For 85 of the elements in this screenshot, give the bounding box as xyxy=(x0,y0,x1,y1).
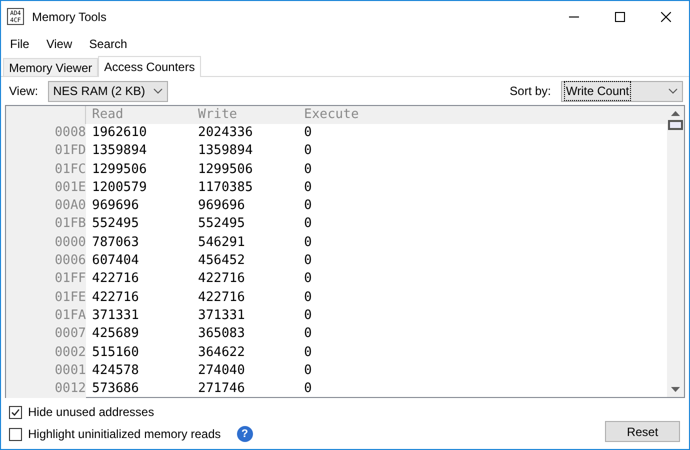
address-cell-text: 0000 xyxy=(54,234,86,252)
table-cell-text: 364622 xyxy=(197,344,246,362)
table-cell-text: 552495 xyxy=(197,215,246,234)
table-cell-text: 0 xyxy=(303,325,313,344)
table-cell-text: 365083 xyxy=(197,325,246,344)
table-cell-text: 0 xyxy=(303,215,313,234)
reset-button[interactable]: Reset xyxy=(605,421,680,442)
table-cell-text: 424578 xyxy=(91,362,140,380)
table-cell-text: 0 xyxy=(303,197,313,216)
maximize-icon xyxy=(615,12,625,22)
table-cell-text: 969696 xyxy=(197,197,246,216)
table-cell-text: 0 xyxy=(303,288,313,307)
table-cell-text: 422716 xyxy=(197,270,246,288)
address-cell: 0012 xyxy=(54,380,86,398)
address-cell-text: 001E xyxy=(54,178,86,197)
table-cell-text: 607404 xyxy=(91,252,140,270)
view-dropdown[interactable]: NES RAM (2 KB) xyxy=(48,80,168,102)
address-cell-text: 01FD xyxy=(54,142,86,160)
table-cell-text: 552495 xyxy=(91,215,140,234)
table-cell-text: 787063 xyxy=(91,234,140,252)
sort-label: Sort by: xyxy=(510,83,551,100)
menu-item[interactable]: File xyxy=(2,34,38,52)
table-cell-text: 1170385 xyxy=(197,178,254,197)
column-header: Read xyxy=(91,106,124,124)
table-cell-text: 0 xyxy=(303,124,313,142)
menu-item[interactable]: Search xyxy=(81,34,136,52)
table-cell-text: 271746 xyxy=(197,380,246,398)
table-cell-text: 0 xyxy=(303,234,313,252)
window-title: Memory Tools xyxy=(32,8,106,26)
column-header: Execute xyxy=(303,106,360,124)
table-cell-text: 0 xyxy=(303,380,313,398)
table-cell-text: 0 xyxy=(303,142,313,160)
tab[interactable]: Access Counters xyxy=(98,56,201,77)
table-cell-text: 274040 xyxy=(197,362,246,380)
column-header: Write xyxy=(197,106,238,124)
menu-item[interactable]: View xyxy=(38,34,80,52)
checkbox-label: Highlight uninitialized memory reads xyxy=(28,426,221,443)
table-cell-text: 0 xyxy=(303,160,313,179)
sort-dropdown[interactable]: Write Count xyxy=(561,80,683,102)
scroll-thumb[interactable] xyxy=(668,120,683,130)
view-label: View: xyxy=(9,83,38,100)
table-cell-text: 1359894 xyxy=(91,142,148,160)
table-cell-text: 371331 xyxy=(197,306,246,325)
address-cell-text: 0008 xyxy=(54,124,86,142)
table-cell-text: 0 xyxy=(303,306,313,325)
table-cell-text: 425689 xyxy=(91,325,140,344)
scrollbar[interactable] xyxy=(667,106,684,397)
address-cell: 0006 xyxy=(54,252,86,270)
table-cell-text: 573686 xyxy=(91,380,140,398)
tab[interactable]: Memory Viewer xyxy=(3,58,98,76)
address-cell-text: 01FF xyxy=(54,270,86,288)
help-icon[interactable]: ? xyxy=(236,426,253,442)
table-cell-text: 422716 xyxy=(91,270,140,288)
table-cell-text: 422716 xyxy=(91,288,140,307)
table-cell-text: 1962610 xyxy=(91,124,148,142)
address-cell: 01FE xyxy=(54,288,86,307)
caret-icon xyxy=(153,88,164,94)
table-cell-text: 546291 xyxy=(197,234,246,252)
table-cell-text: 422716 xyxy=(197,288,246,307)
table-cell-text: 1299506 xyxy=(91,160,148,179)
address-cell-text: 01FA xyxy=(54,306,86,325)
address-cell: 01FC xyxy=(54,160,86,179)
table-cell-text: 969696 xyxy=(91,197,140,216)
address-cell: 0002 xyxy=(54,344,86,362)
table-cell-text: 371331 xyxy=(91,306,140,325)
address-cell-text: 01FB xyxy=(54,215,86,234)
table-cell-text: 1200579 xyxy=(91,178,148,197)
close-icon xyxy=(661,12,671,22)
checkbox[interactable] xyxy=(9,406,22,418)
table-cell-text: 456452 xyxy=(197,252,246,270)
table-cell-text: 0 xyxy=(303,178,313,197)
table-cell-text: 0 xyxy=(303,362,313,380)
table-cell-text: 515160 xyxy=(91,344,140,362)
address-cell: 00A0 xyxy=(54,197,86,216)
table-cell-text: 0 xyxy=(303,252,313,270)
address-cell-text: 0007 xyxy=(54,325,86,344)
checkbox[interactable] xyxy=(9,428,22,440)
checkbox-label: Hide unused addresses xyxy=(28,404,154,421)
table-cell-text: 1359894 xyxy=(197,142,254,160)
table-cell-text: 0 xyxy=(303,270,313,288)
address-cell-text: 0001 xyxy=(54,362,86,380)
table-cell-text: 0 xyxy=(303,344,313,362)
table-cell-text: 1299506 xyxy=(197,160,254,179)
caret-icon xyxy=(668,88,678,94)
table-cell-text: 2024336 xyxy=(197,124,254,142)
